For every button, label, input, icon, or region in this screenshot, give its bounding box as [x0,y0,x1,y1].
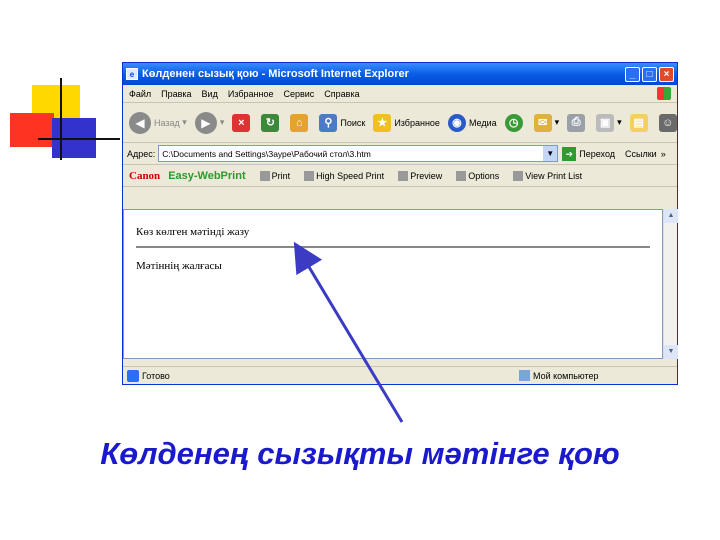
slide-caption: Көлденең сызықты мәтінге қою [100,436,620,471]
